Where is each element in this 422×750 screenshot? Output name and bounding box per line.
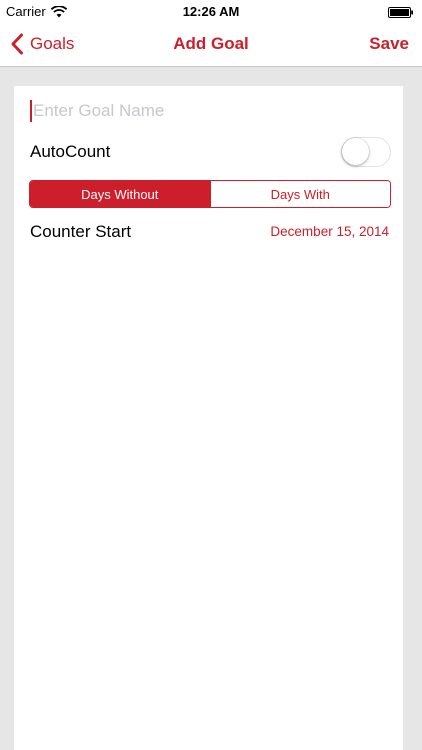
segment-days-without[interactable]: Days Without — [30, 181, 210, 207]
days-segmented-control: Days Without Days With — [29, 180, 391, 208]
goal-form-card: AutoCount Days Without Days With Counter… — [14, 86, 403, 750]
status-bar: Carrier 12:26 AM — [0, 0, 422, 22]
text-cursor — [30, 100, 32, 122]
autocount-toggle[interactable] — [341, 137, 391, 167]
segment-days-with[interactable]: Days With — [209, 181, 390, 207]
save-button[interactable]: Save — [369, 22, 409, 66]
toggle-knob — [342, 138, 369, 165]
back-button-label: Goals — [30, 34, 75, 53]
goal-name-row — [30, 98, 390, 124]
counter-start-label: Counter Start — [30, 222, 132, 241]
battery-icon — [388, 6, 414, 18]
counter-start-date[interactable]: December 15, 2014 — [270, 224, 389, 239]
navigation-bar: Goals Add Goal Save — [0, 22, 422, 67]
goal-name-input[interactable] — [33, 101, 373, 121]
status-time: 12:26 AM — [182, 4, 240, 19]
autocount-label: AutoCount — [30, 142, 111, 161]
back-button[interactable]: Goals — [10, 22, 74, 66]
chevron-left-icon — [10, 33, 24, 55]
